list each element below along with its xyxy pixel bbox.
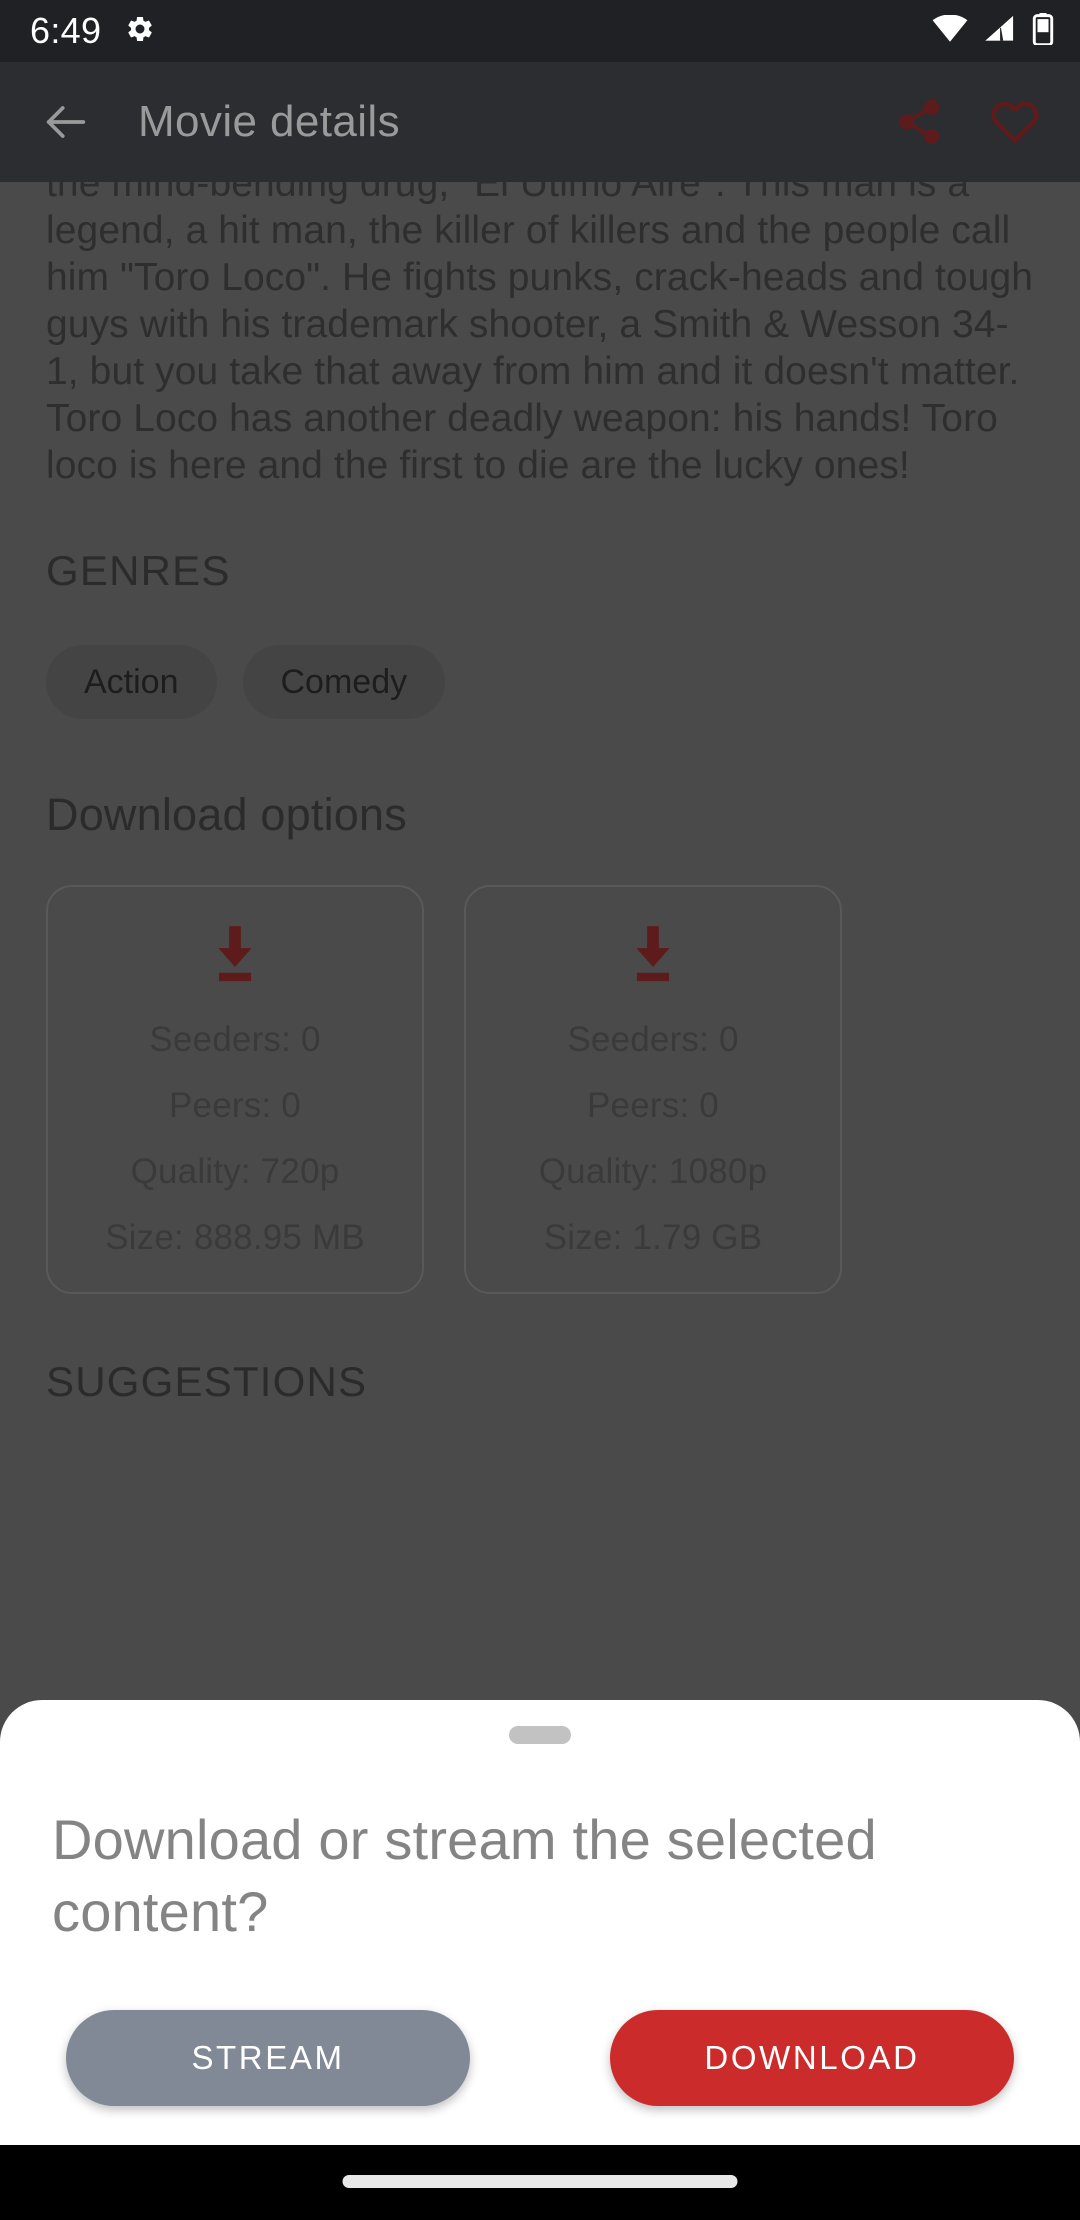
download-or-stream-bottom-sheet: Download or stream the selected content?… (0, 1700, 1080, 2145)
share-button[interactable] (880, 83, 958, 161)
seeders-value: Seeders: 0 (567, 1020, 739, 1059)
wifi-icon (932, 14, 968, 48)
drag-handle[interactable] (509, 1726, 571, 1744)
arrow-left-icon (46, 106, 86, 138)
bottom-sheet-actions: STREAM DOWNLOAD (0, 2010, 1080, 2106)
stream-button[interactable]: STREAM (66, 2010, 470, 2106)
app-bar: Movie details (0, 62, 1080, 182)
home-indicator[interactable] (342, 2175, 738, 2188)
download-options-header: Download options (46, 789, 407, 840)
quality-value: Quality: 1080p (538, 1152, 768, 1191)
quality-value: Quality: 720p (130, 1152, 340, 1191)
seeders-value: Seeders: 0 (149, 1020, 321, 1059)
download-arrow-icon (198, 917, 272, 996)
download-option-card[interactable]: Seeders: 0 Peers: 0 Quality: 1080p Size:… (464, 885, 842, 1294)
battery-icon (1032, 12, 1054, 50)
gear-icon (125, 14, 155, 49)
status-bar: 6:49 (0, 0, 1080, 62)
status-bar-right (932, 12, 1054, 50)
movie-description: the mind-bending drug, "El Utimo Aire". … (46, 182, 1034, 487)
download-option-card[interactable]: Seeders: 0 Peers: 0 Quality: 720p Size: … (46, 885, 424, 1294)
genres-header: GENRES (46, 547, 231, 594)
movie-details-content: the mind-bending drug, "El Utimo Aire". … (0, 182, 1080, 1700)
suggestions-header: SUGGESTIONS (46, 1358, 368, 1405)
peers-value: Peers: 0 (587, 1086, 719, 1125)
share-icon (899, 99, 939, 145)
download-options-list: Seeders: 0 Peers: 0 Quality: 720p Size: … (0, 885, 1080, 1294)
genre-chip-comedy[interactable]: Comedy (242, 645, 446, 719)
download-arrow-icon (616, 917, 690, 996)
size-value: Size: 1.79 GB (543, 1218, 763, 1257)
peers-value: Peers: 0 (169, 1086, 301, 1125)
bottom-sheet-title: Download or stream the selected content? (52, 1808, 877, 1943)
system-navigation-bar (0, 2145, 1080, 2220)
page-title: Movie details (138, 97, 400, 146)
favorite-button[interactable] (976, 83, 1054, 161)
cellular-signal-icon (984, 15, 1016, 48)
genre-chip-action[interactable]: Action (46, 645, 217, 719)
back-button[interactable] (28, 84, 104, 160)
status-bar-clock: 6:49 (30, 10, 102, 51)
download-button[interactable]: DOWNLOAD (610, 2010, 1014, 2106)
status-bar-left: 6:49 (30, 13, 155, 49)
size-value: Size: 888.95 MB (105, 1218, 365, 1257)
genre-chip-list: Action Comedy (0, 645, 1080, 719)
heart-outline-icon (991, 101, 1039, 144)
